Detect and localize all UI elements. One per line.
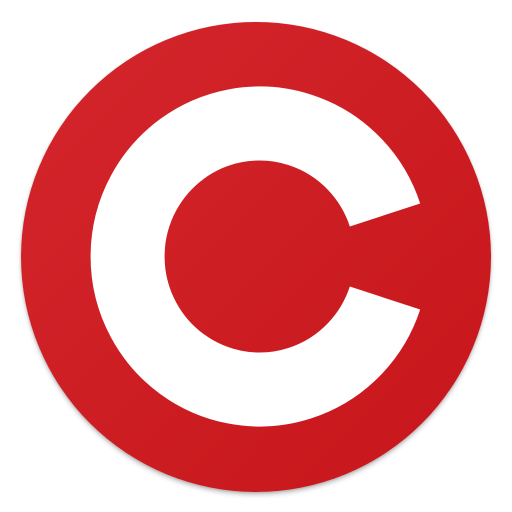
icon-canvas [0,0,512,512]
c-letter-shape [90,86,421,427]
c-logo-icon [90,86,421,427]
app-icon-circle [21,22,491,492]
